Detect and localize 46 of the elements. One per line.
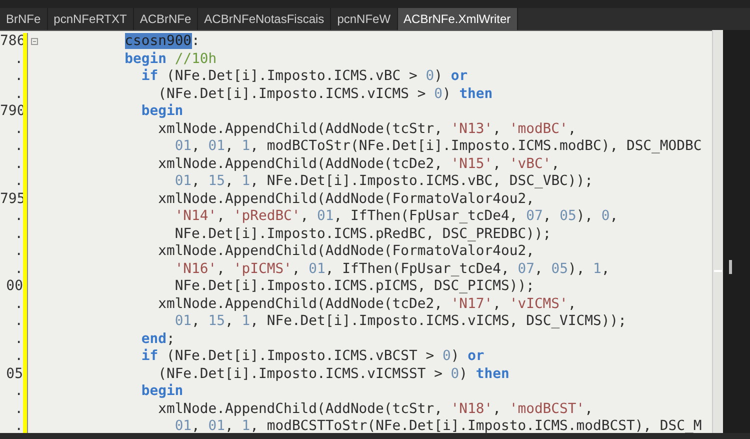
code-line: xmlNode.AppendChild(AddNode(FormatoValor4ou2, (157, 243, 536, 260)
line-number: . (14, 173, 23, 190)
code-line: (NFe.Det[i].Imposto.ICMS.vICMSST > 0) then (157, 366, 510, 383)
line-number: . (14, 50, 23, 68)
line-number: 00 (5, 278, 23, 296)
code-line: begin (140, 103, 184, 120)
tab[interactable]: ACBrNFe.XmlWriter (398, 8, 518, 30)
line-number: . (14, 243, 23, 260)
code-line: 'N14', 'pRedBC', 01, IfThen(FpUsar_tcDe4, 07, 05), 0, (174, 208, 620, 226)
scrollbar-thumb[interactable] (729, 260, 732, 274)
line-number: . (14, 348, 23, 366)
line-number: . (14, 296, 23, 313)
code-line: if (NFe.Det[i].Imposto.ICMS.vBC > 0) or (140, 68, 469, 86)
line-number: . (14, 260, 23, 278)
code-line: (NFe.Det[i].Imposto.ICMS.vICMS > 0) then (157, 86, 494, 103)
line-number: . (14, 400, 23, 418)
vertical-scrollbar[interactable] (723, 30, 750, 433)
code-line: xmlNode.AppendChild(AddNode(tcStr, 'N18', 'modBCST', (157, 400, 594, 418)
code-line: 'N16', 'pICMS', 01, IfThen(FpUsar_tcDe4, 07, 05), 1, (174, 260, 611, 278)
line-number: . (14, 68, 23, 86)
code-line: 01, 15, 1, NFe.Det[i].Imposto.ICMS.vICMS, DSC_VICMS)); (174, 313, 628, 330)
fold-icon[interactable] (31, 38, 38, 46)
code-line: xmlNode.AppendChild(AddNode(tcDe2, 'N17', 'vICMS', (157, 296, 578, 313)
code-line: begin (140, 383, 184, 400)
line-number: . (14, 226, 23, 243)
line-number: . (14, 120, 23, 138)
line-number: . (14, 156, 23, 173)
code-line: 01, 01, 1, modBCSTToStr(NFe.Det[i].Imposto.ICMS.modBCST), DSC_M (174, 418, 703, 433)
line-number: . (14, 138, 23, 156)
line-number: . (14, 208, 23, 226)
code-line: 01, 15, 1, NFe.Det[i].Imposto.ICMS.vBC, DSC_VBC)); (174, 173, 594, 190)
line-number: . (14, 313, 23, 330)
line-number: . (14, 330, 23, 348)
line-number: 05 (5, 366, 23, 383)
code-line: xmlNode.AppendChild(AddNode(tcDe2, 'N15', 'vBC', (157, 156, 561, 173)
code-line: begin //10h (124, 50, 218, 68)
code-line: end; (140, 330, 176, 348)
line-number: . (14, 86, 23, 103)
code-line: if (NFe.Det[i].Imposto.ICMS.vBCST > 0) or (140, 348, 486, 366)
line-number: . (14, 418, 23, 436)
code-line: NFe.Det[i].Imposto.ICMS.pICMS, DSC_PICMS)); (174, 278, 536, 296)
code-line: NFe.Det[i].Imposto.ICMS.pRedBC, DSC_PREDBC)); (174, 226, 552, 243)
code-line: 01, 01, 1, modBCToStr(NFe.Det[i].Imposto.ICMS.modBC), DSC_MODBC (174, 138, 703, 156)
line-number: . (14, 383, 23, 400)
code-line: xmlNode.AppendChild(AddNode(tcStr, 'N13', 'modBC', (157, 120, 578, 138)
code-line: xmlNode.AppendChild(AddNode(FormatoValor4ou2, (157, 190, 536, 208)
